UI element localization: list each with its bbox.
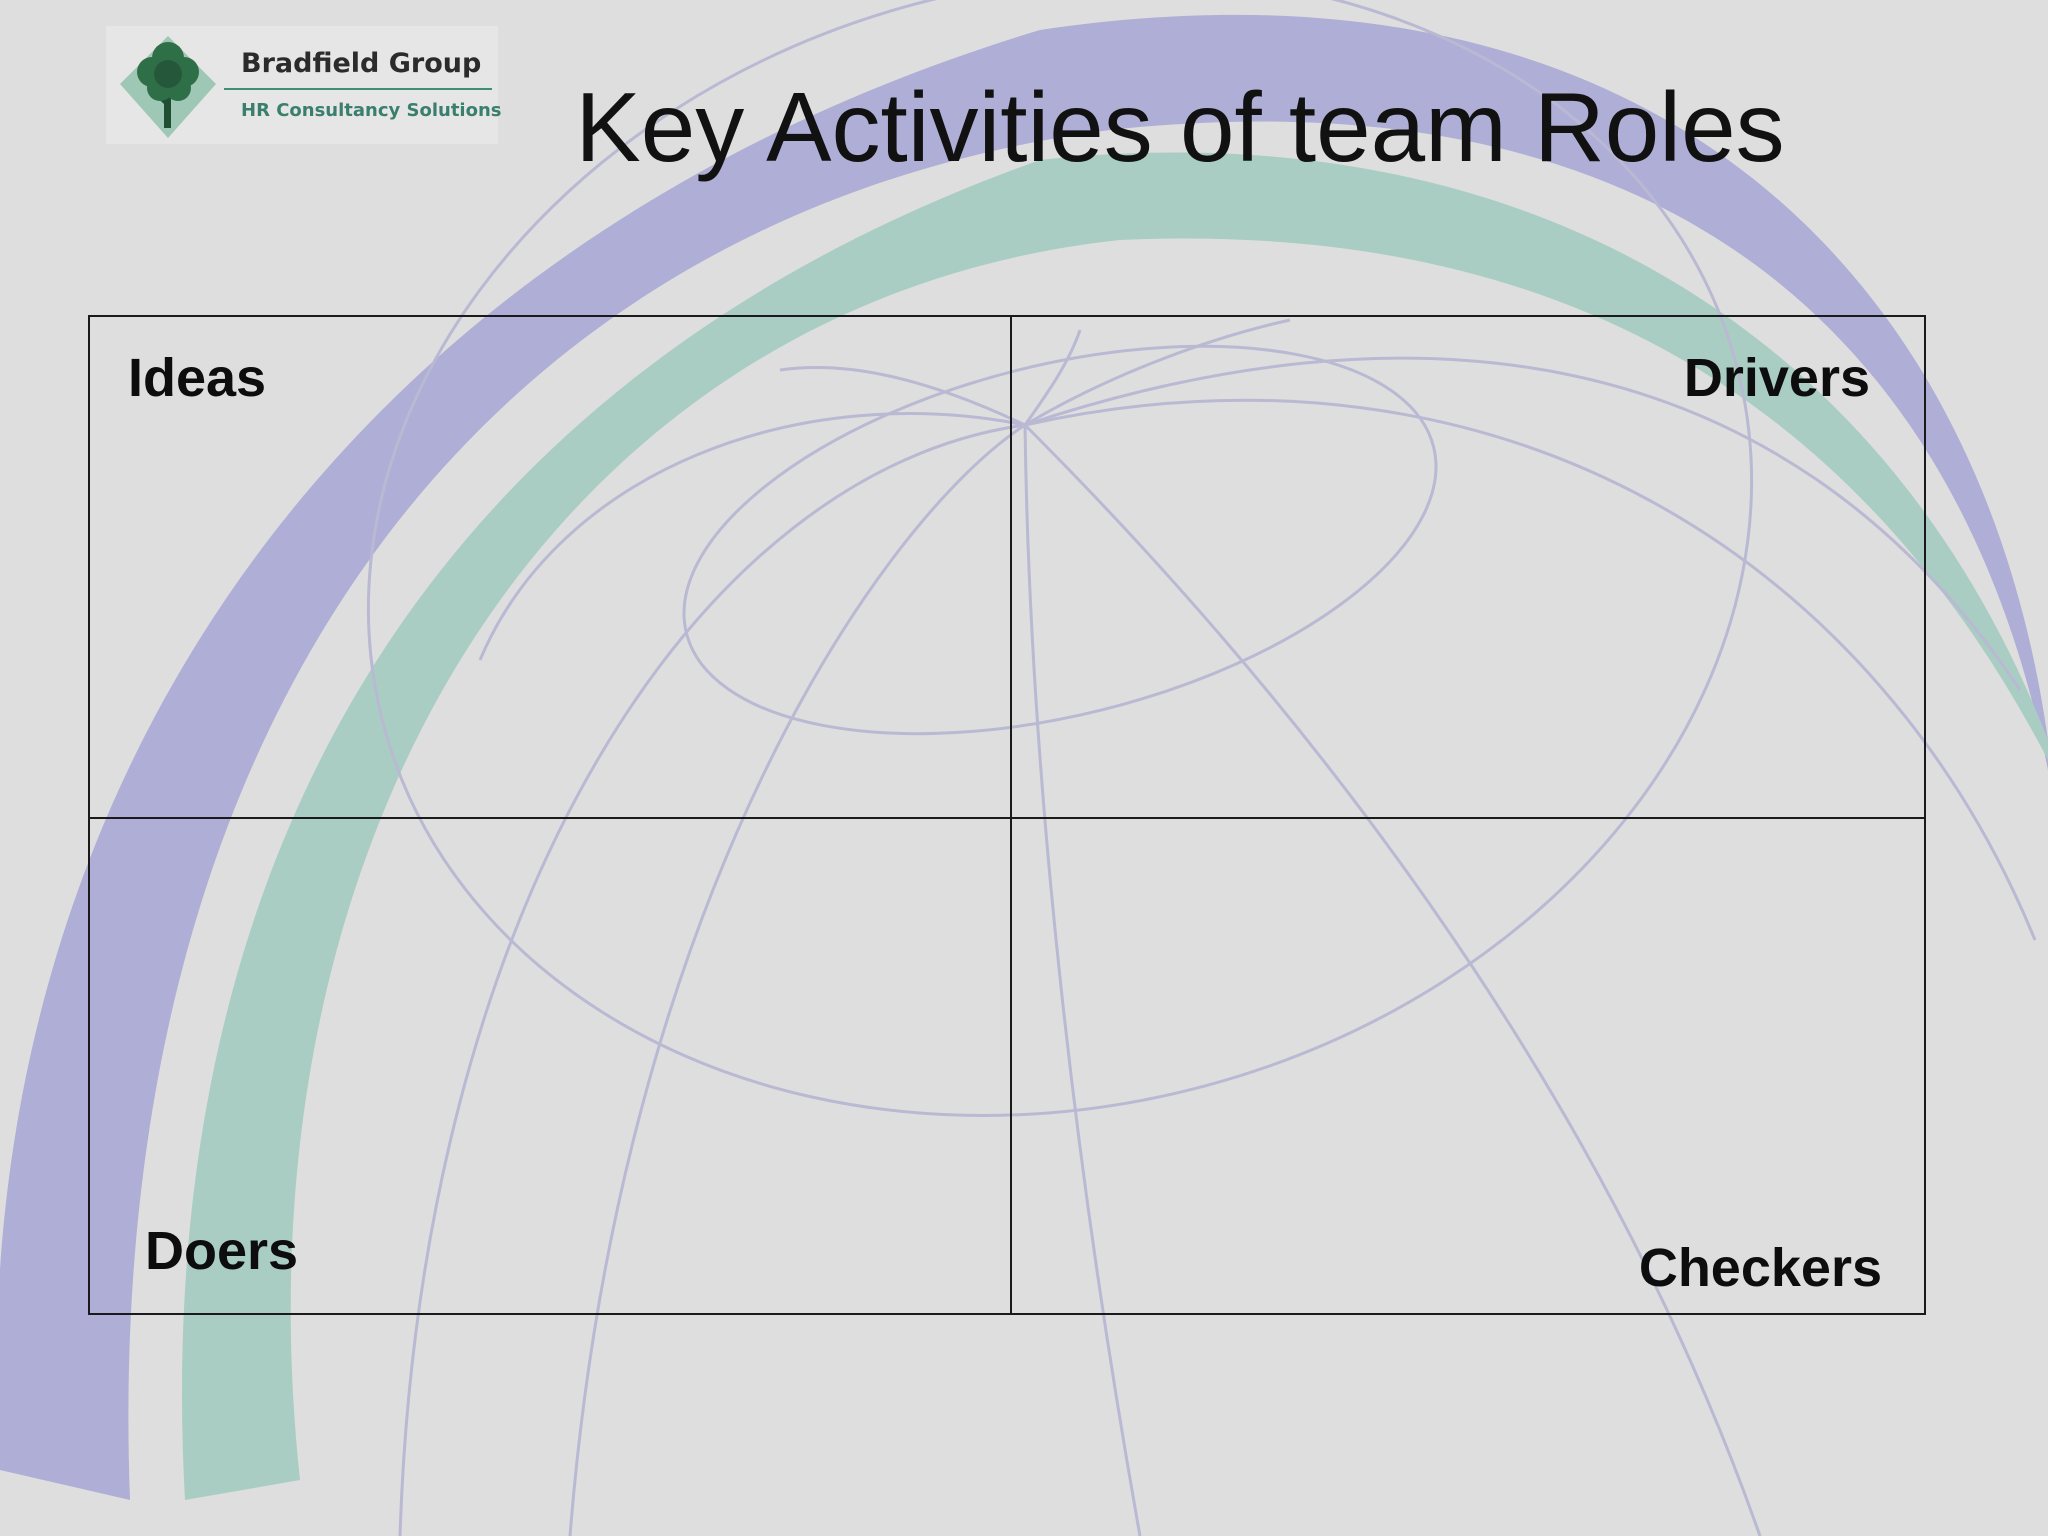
quadrant-label-drivers: Drivers — [1683, 348, 1870, 408]
quadrant-checkers: Checkers — [1010, 817, 1924, 1313]
quadrant-ideas: Ideas — [90, 317, 1010, 817]
quadrant-doers: Doers — [90, 817, 1010, 1313]
quadrant-label-checkers: Checkers — [1638, 1238, 1882, 1298]
slide-title: Key Activities of team Roles — [575, 72, 1785, 182]
quadrant-label-ideas: Ideas — [128, 348, 267, 408]
slide: Bradfield Group HR Consultancy Solutions… — [0, 0, 2048, 1536]
team-roles-grid: Ideas Drivers Doers Checkers — [88, 315, 1926, 1315]
quadrant-label-doers: Doers — [145, 1221, 299, 1281]
quadrant-drivers: Drivers — [1010, 317, 1924, 817]
tree-icon — [120, 36, 216, 138]
